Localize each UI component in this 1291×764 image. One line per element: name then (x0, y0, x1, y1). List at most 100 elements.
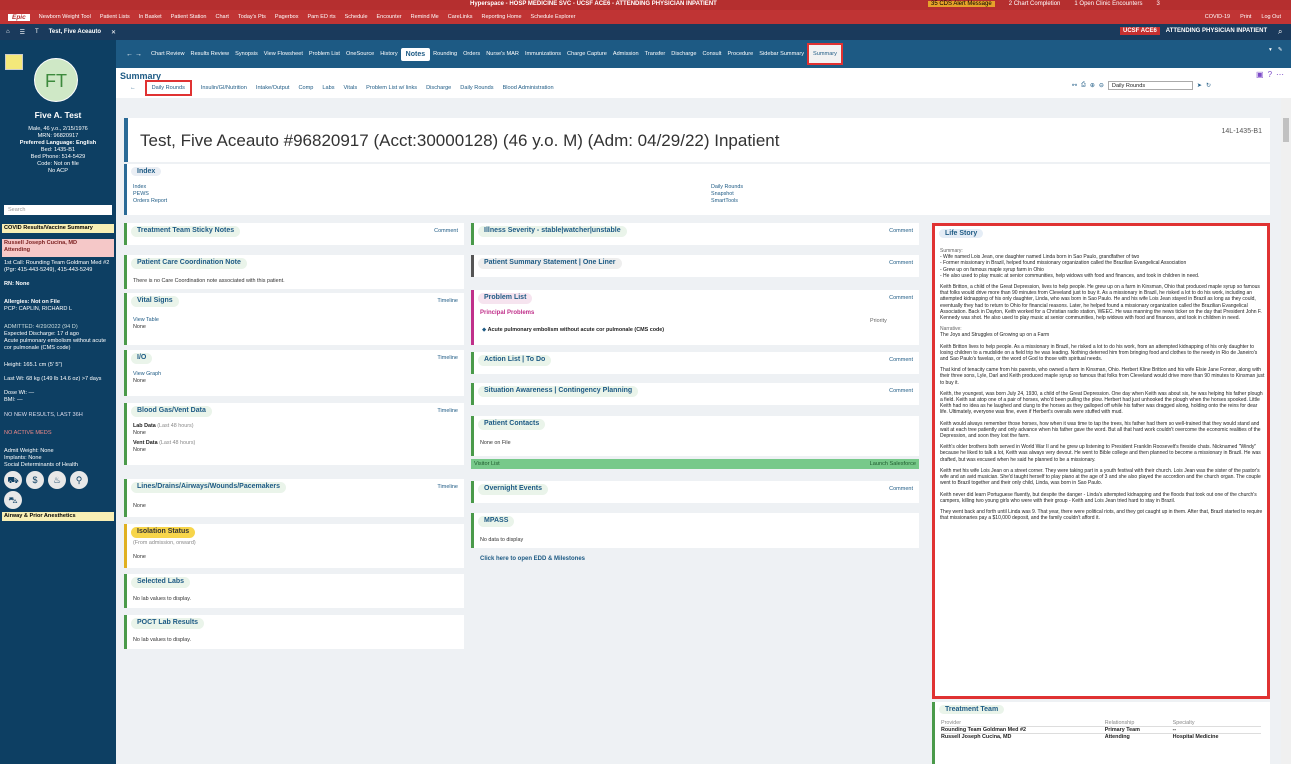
sidebar-search-input[interactable]: Search (4, 205, 112, 215)
tab-nurses-mar[interactable]: Nurse's MAR (483, 51, 522, 57)
subtab-insulin[interactable]: Insulin/GI/Nutrition (201, 85, 247, 91)
text-icon[interactable]: T (35, 29, 39, 35)
toolbar-item[interactable]: Schedule Explorer (531, 14, 576, 20)
search-icon[interactable]: ⌕ (1278, 27, 1282, 37)
chart-completion-button[interactable]: 2 Chart Completion (1009, 1, 1061, 7)
meds-status[interactable]: NO ACTIVE MEDS (4, 430, 114, 437)
timeline-link[interactable]: Timeline (437, 484, 458, 490)
comment-link[interactable]: Comment (889, 260, 913, 266)
utensils-icon[interactable]: ⚲ (70, 471, 88, 489)
tab-orders[interactable]: Orders (460, 51, 483, 57)
pews-link[interactable]: PEWS (133, 191, 167, 198)
back-forward-arrows[interactable]: ← → (120, 51, 148, 58)
subtab-labs[interactable]: Labs (322, 85, 334, 91)
car-icon[interactable]: ⛟ (4, 471, 22, 489)
toolbar-item[interactable]: Patient Station (171, 14, 207, 20)
orders-report-link[interactable]: Orders Report (133, 198, 167, 205)
launch-salesforce-link[interactable]: Launch Salesforce (870, 461, 916, 467)
covid-button[interactable]: COVID-19 (1205, 14, 1230, 20)
tab-transfer[interactable]: Transfer (642, 51, 669, 57)
card-title[interactable]: I/O (131, 353, 153, 364)
problem-item[interactable]: Acute pulmonary embolism without acute c… (488, 327, 664, 333)
patient-workspace-tab[interactable]: Test, Five Aceauto (49, 29, 101, 35)
covid-summary-link[interactable]: COVID Results/Vaccine Summary (2, 224, 114, 233)
toolbar-item[interactable]: Newborn Weight Tool (39, 14, 91, 20)
daily-rounds-link[interactable]: Daily Rounds (711, 184, 743, 191)
comment-link[interactable]: Comment (889, 388, 913, 394)
cds-alert-button[interactable]: 35 CDS Alert Message (928, 1, 995, 7)
subtab-daily-rounds-2[interactable]: Daily Rounds (460, 85, 493, 91)
tab-discharge[interactable]: Discharge (668, 51, 699, 57)
tab-consult[interactable]: Consult (699, 51, 724, 57)
print-icon[interactable]: ⎙ (1081, 82, 1086, 89)
timeline-link[interactable]: Timeline (437, 408, 458, 414)
money-icon[interactable]: $ (26, 471, 44, 489)
binoculars-icon[interactable]: ⚯ (1072, 82, 1077, 89)
tab-problem-list[interactable]: Problem List (306, 51, 343, 57)
view-table-link[interactable]: View Table (133, 317, 159, 324)
toolbar-item[interactable]: Reporting Home (481, 14, 521, 20)
card-title[interactable]: Lines/Drains/Airways/Wounds/Pacemakers (131, 482, 287, 493)
sticky-note-icon[interactable] (5, 54, 23, 70)
tab-synopsis[interactable]: Synopsis (232, 51, 261, 57)
tab-admission[interactable]: Admission (610, 51, 642, 57)
results-status[interactable]: NO NEW RESULTS, LAST 36H (4, 412, 114, 419)
arrow-icon[interactable]: ➤ (1197, 82, 1202, 89)
timeline-link[interactable]: Timeline (437, 355, 458, 361)
toolbar-item[interactable]: Patient Lists (100, 14, 130, 20)
tab-chart-review[interactable]: Chart Review (148, 51, 188, 57)
toolbar-item[interactable]: Encounter (377, 14, 402, 20)
extra-count[interactable]: 3 (1156, 1, 1159, 7)
close-icon[interactable]: ✕ (111, 29, 116, 36)
toolbar-item[interactable]: Schedule (345, 14, 368, 20)
wrench-icon[interactable]: ✎ (1278, 47, 1283, 53)
toolbar-item[interactable]: Remind Me (411, 14, 439, 20)
tab-onesource[interactable]: OneSource (343, 51, 377, 57)
view-graph-link[interactable]: View Graph (133, 371, 161, 378)
print-button[interactable]: Print (1240, 14, 1251, 20)
tab-sidebar-summary[interactable]: Sidebar Summary (756, 51, 807, 57)
avatar[interactable]: FT (34, 58, 78, 102)
toolbar-item[interactable]: CareLinks (448, 14, 473, 20)
zoom-in-icon[interactable]: ⊕ (1090, 82, 1095, 89)
allergies[interactable]: Allergies: Not on File (4, 299, 114, 306)
layout-icon[interactable]: ▣ (1256, 70, 1264, 79)
tab-results-review[interactable]: Results Review (188, 51, 233, 57)
airway-link[interactable]: Airway & Prior Anesthetics (2, 512, 114, 521)
logout-button[interactable]: Log Out (1261, 14, 1281, 20)
toolbar-item[interactable]: Chart (216, 14, 229, 20)
refresh-icon[interactable]: ↻ (1206, 82, 1211, 89)
menu-icon[interactable]: ⋯ (1276, 70, 1284, 79)
comment-link[interactable]: Comment (889, 486, 913, 492)
epic-logo[interactable]: Epic (8, 13, 30, 21)
card-title[interactable]: Treatment Team (939, 705, 1005, 714)
card-title[interactable]: Blood Gas/Vent Data (131, 406, 212, 417)
toolbar-item[interactable]: Pam ED rts (307, 14, 335, 20)
subtab-discharge[interactable]: Discharge (426, 85, 451, 91)
subtab-problem-list-links[interactable]: Problem List w/ links (366, 85, 417, 91)
subtab-blood-admin[interactable]: Blood Administration (503, 85, 554, 91)
comment-link[interactable]: Comment (889, 228, 913, 234)
table-row[interactable]: Russell Joseph Cucina, MD Attending Hosp… (941, 733, 1261, 740)
tab-history[interactable]: History (377, 51, 400, 57)
toolbar-item[interactable]: In Basket (139, 14, 162, 20)
subtab-daily-rounds[interactable]: Daily Rounds (144, 80, 192, 96)
comment-link[interactable]: Comment (889, 295, 913, 301)
table-row[interactable]: Rounding Team Goldman Med #2 Primary Tea… (941, 726, 1261, 734)
home-icon[interactable]: ⌂ (6, 29, 10, 35)
snapshot-link[interactable]: Snapshot (711, 191, 743, 198)
card-title[interactable]: Problem List (478, 293, 533, 304)
food-icon[interactable]: ♨ (48, 471, 66, 489)
chevron-down-icon[interactable]: ▾ (1269, 47, 1272, 53)
content-scrollbar[interactable] (1281, 98, 1291, 764)
report-select[interactable]: Daily Rounds (1107, 81, 1193, 90)
card-title[interactable]: Vital Signs (131, 296, 179, 307)
toolbar-item[interactable]: Today's Pts (238, 14, 266, 20)
index-link[interactable]: Index (133, 184, 167, 191)
tab-notes[interactable]: Notes (400, 47, 431, 61)
open-encounters-button[interactable]: 1 Open Clinic Encounters (1074, 1, 1142, 7)
back-icon[interactable]: ← (130, 85, 136, 91)
subtab-intake-output[interactable]: Intake/Output (256, 85, 290, 91)
tab-procedure[interactable]: Procedure (724, 51, 756, 57)
toolbar-item[interactable]: Pagerbox (275, 14, 299, 20)
